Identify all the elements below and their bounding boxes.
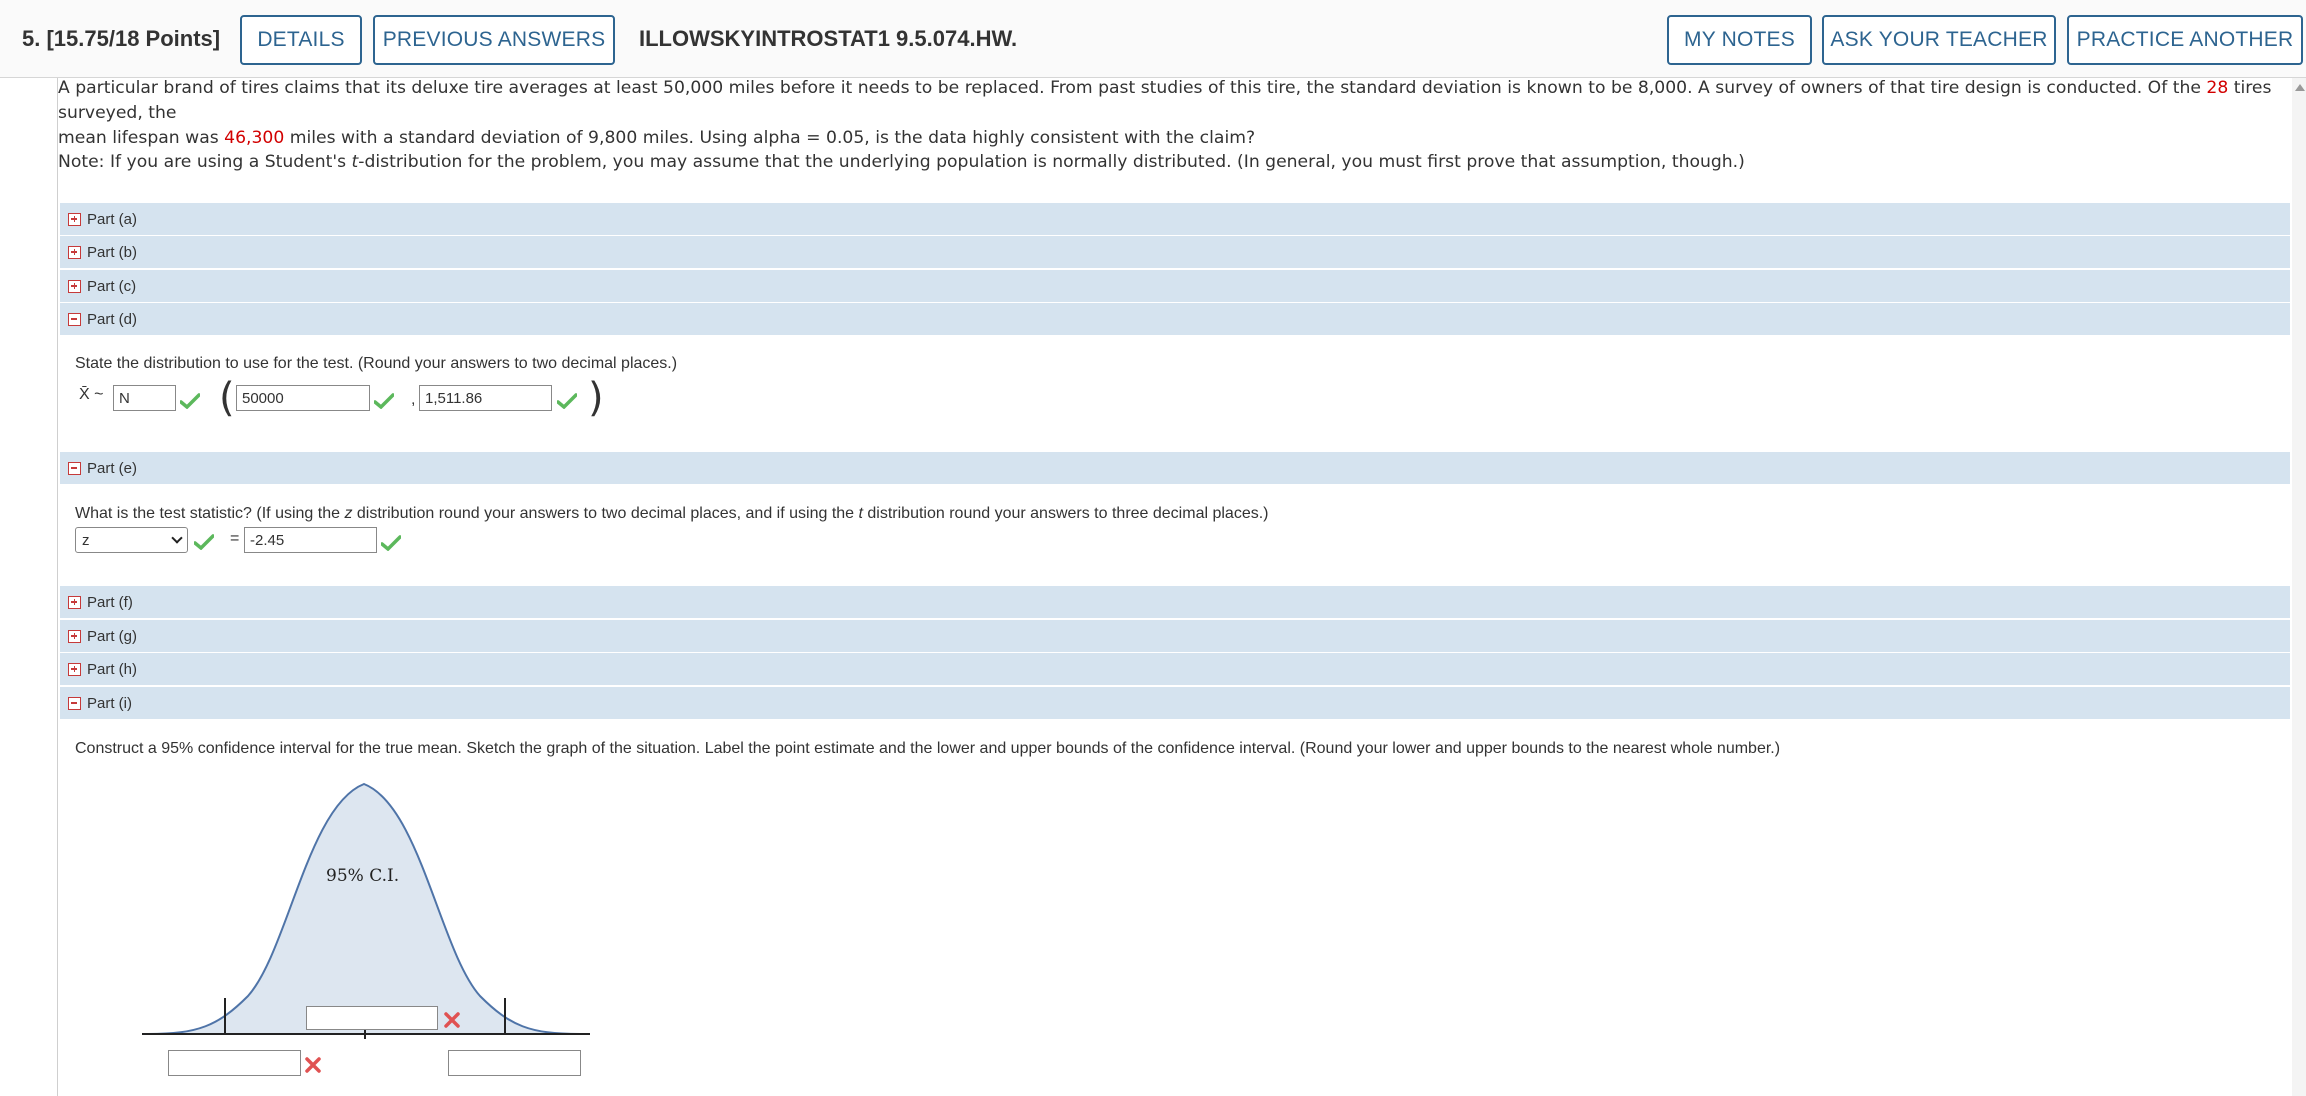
- expand-icon: [68, 245, 81, 259]
- note-text: -distribution for the problem, you may a…: [358, 152, 1745, 172]
- part-i-toggle[interactable]: Part (i): [60, 687, 2290, 720]
- selected-value: z: [82, 531, 90, 549]
- expand-icon: [68, 279, 81, 293]
- distribution-note: Note: If you are using a Student's t-dis…: [58, 152, 1745, 172]
- part-b-toggle[interactable]: Part (b): [60, 236, 2290, 269]
- part-e-toggle[interactable]: Part (e): [60, 452, 2290, 485]
- prompt-line-2: mean lifespan was 46,300 miles with a st…: [58, 126, 2290, 151]
- question-points: [15.75/18 Points]: [46, 26, 221, 51]
- part-f-toggle[interactable]: Part (f): [60, 586, 2290, 619]
- scrollbar[interactable]: [2292, 78, 2306, 1096]
- instr-text: distribution round your answers to three…: [862, 505, 1269, 522]
- point-estimate-input[interactable]: [306, 1006, 438, 1030]
- xbar-symbol: X̄ ~: [79, 386, 103, 404]
- correct-check-icon: [194, 534, 214, 550]
- collapse-icon: [68, 461, 81, 475]
- part-label: Part (c): [87, 277, 137, 295]
- part-h-toggle[interactable]: Part (h): [60, 653, 2290, 686]
- part-label: Part (a): [87, 210, 138, 228]
- ask-your-teacher-button[interactable]: ASK YOUR TEACHER: [1822, 15, 2056, 65]
- prompt-line-1: A particular brand of tires claims that …: [58, 76, 2290, 126]
- expand-icon: [68, 629, 81, 643]
- std-error-input[interactable]: 1,511.86: [419, 385, 552, 411]
- sample-mean: 46,300: [224, 128, 285, 148]
- previous-answers-button[interactable]: PREVIOUS ANSWERS: [373, 15, 615, 65]
- part-label: Part (d): [87, 310, 138, 328]
- distribution-type-input[interactable]: N: [113, 385, 176, 411]
- my-notes-button[interactable]: MY NOTES: [1667, 15, 1812, 65]
- details-button[interactable]: DETAILS: [240, 15, 362, 65]
- prompt-text: miles with a standard deviation of 9,800…: [284, 128, 1256, 148]
- part-label: Part (h): [87, 660, 138, 678]
- comma-separator: ,: [411, 391, 416, 408]
- question-number-points: 5. [15.75/18 Points]: [22, 26, 220, 52]
- incorrect-x-icon: [305, 1057, 321, 1073]
- test-statistic-input[interactable]: -2.45: [244, 527, 377, 553]
- expand-icon: [68, 662, 81, 676]
- part-label: Part (g): [87, 627, 138, 645]
- confidence-interval-graph: [142, 782, 590, 1039]
- sample-size: 28: [2206, 78, 2229, 98]
- prompt-text: A particular brand of tires claims that …: [58, 78, 2207, 98]
- part-label: Part (b): [87, 243, 138, 261]
- part-a-toggle[interactable]: Part (a): [60, 203, 2290, 236]
- part-label: Part (f): [87, 593, 133, 611]
- equals-sign: =: [230, 530, 240, 547]
- correct-check-icon: [180, 393, 200, 409]
- correct-check-icon: [374, 393, 394, 409]
- correct-check-icon: [381, 535, 401, 551]
- note-text: Note: If you are using a Student's: [58, 152, 352, 172]
- prompt-text: mean lifespan was: [58, 128, 225, 148]
- test-distribution-select[interactable]: z: [75, 527, 188, 553]
- mean-input[interactable]: 50000: [236, 385, 370, 411]
- upper-bound-input[interactable]: [448, 1050, 581, 1076]
- open-paren: (: [219, 375, 235, 421]
- instr-text: What is the test statistic? (If using th…: [75, 505, 345, 522]
- close-paren: ): [588, 375, 604, 421]
- part-c-toggle[interactable]: Part (c): [60, 270, 2290, 303]
- part-i-instruction: Construct a 95% confidence interval for …: [75, 740, 1781, 757]
- part-label: Part (e): [87, 459, 138, 477]
- chevron-down-icon: [171, 532, 183, 544]
- collapse-icon: [68, 312, 81, 326]
- part-g-toggle[interactable]: Part (g): [60, 620, 2290, 653]
- ci-label: 95% C.I.: [326, 866, 400, 886]
- collapse-icon: [68, 696, 81, 710]
- scroll-up-arrow-icon[interactable]: [2295, 84, 2305, 91]
- assignment-id: ILLOWSKYINTROSTAT1 9.5.074.HW.: [639, 26, 1018, 51]
- expand-icon: [68, 595, 81, 609]
- question-prompt: A particular brand of tires claims that …: [58, 76, 2290, 151]
- practice-another-button[interactable]: PRACTICE ANOTHER: [2067, 15, 2303, 65]
- normal-curve-fill: [148, 784, 580, 1034]
- expand-icon: [68, 212, 81, 226]
- incorrect-x-icon: [444, 1012, 460, 1028]
- part-d-toggle[interactable]: Part (d): [60, 303, 2290, 336]
- xbar-text: X̄: [79, 386, 90, 403]
- part-label: Part (i): [87, 694, 132, 712]
- part-e-instruction: What is the test statistic? (If using th…: [75, 505, 1268, 523]
- question-header: 5. [15.75/18 Points] DETAILS PREVIOUS AN…: [0, 0, 2306, 78]
- correct-check-icon: [557, 393, 577, 409]
- instr-text: distribution round your answers to two d…: [352, 505, 859, 522]
- question-number: 5.: [22, 26, 41, 51]
- part-d-instruction: State the distribution to use for the te…: [75, 355, 678, 372]
- tilde-text: ~: [94, 386, 104, 403]
- lower-bound-input[interactable]: [168, 1050, 301, 1076]
